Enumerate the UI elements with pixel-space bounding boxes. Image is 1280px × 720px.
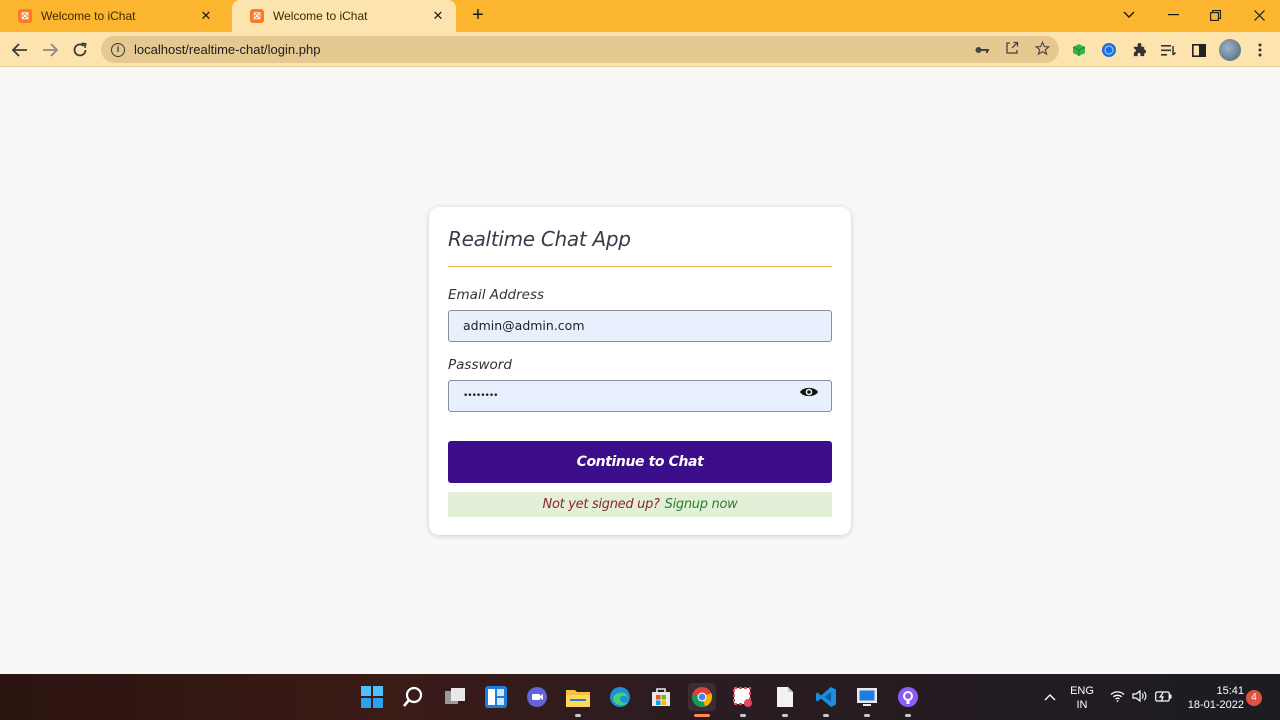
- tab-search-chevron-icon[interactable]: [1107, 0, 1151, 30]
- continue-to-chat-button[interactable]: Continue to Chat: [448, 441, 832, 483]
- wifi-icon[interactable]: [1110, 690, 1125, 705]
- language-region: IN: [1076, 699, 1088, 711]
- signup-prompt: Not yet signed up? Signup now: [448, 492, 832, 517]
- speaker-volume-icon[interactable]: [1132, 689, 1147, 705]
- eye-icon[interactable]: [799, 385, 819, 399]
- url-text: localhost/realtime-chat/login.php: [134, 42, 321, 57]
- battery-charging-icon[interactable]: [1155, 690, 1172, 705]
- microsoft-store-icon[interactable]: [647, 683, 675, 711]
- side-panel-icon[interactable]: [1189, 40, 1209, 60]
- share-icon[interactable]: [1003, 41, 1021, 59]
- edge-browser-icon[interactable]: [606, 683, 634, 711]
- signup-link[interactable]: Signup now: [665, 497, 738, 512]
- new-tab-button[interactable]: +: [466, 4, 490, 28]
- more-menu-icon[interactable]: [1250, 40, 1270, 60]
- close-window-button[interactable]: [1237, 0, 1280, 30]
- file-explorer-icon[interactable]: [564, 683, 592, 717]
- teams-chat-icon[interactable]: [523, 683, 551, 711]
- browser-tab-2[interactable]: ⛝ Welcome to iChat ✕: [232, 0, 456, 32]
- site-info-icon[interactable]: i: [111, 42, 125, 57]
- xampp-icon: ⛝: [250, 9, 264, 23]
- email-field[interactable]: admin@admin.com: [448, 310, 832, 342]
- green-cube-extension-icon[interactable]: [1069, 40, 1089, 60]
- password-label: Password: [448, 357, 512, 373]
- login-card: Realtime Chat App Email Address admin@ad…: [429, 207, 851, 535]
- notification-count-badge[interactable]: 4: [1246, 690, 1262, 706]
- show-hidden-icons-chevron-icon[interactable]: [1044, 689, 1056, 704]
- back-arrow-icon[interactable]: [6, 36, 34, 64]
- browser-tabstrip: ⛝ Welcome to iChat ✕ ⛝ Welcome to iChat …: [0, 0, 1280, 32]
- reload-icon[interactable]: [66, 36, 94, 64]
- page-content: Realtime Chat App Email Address admin@ad…: [0, 67, 1280, 674]
- language-code: ENG: [1070, 685, 1094, 697]
- forward-arrow-icon[interactable]: [36, 36, 64, 64]
- notepad-icon[interactable]: [771, 683, 799, 717]
- clock[interactable]: 15:41 18-01-2022: [1180, 684, 1244, 712]
- email-label: Email Address: [448, 287, 545, 303]
- widgets-icon[interactable]: [482, 683, 510, 711]
- task-view-icon[interactable]: [441, 683, 469, 711]
- chrome-icon[interactable]: [688, 683, 716, 717]
- login-title: Realtime Chat App: [448, 227, 631, 251]
- close-icon[interactable]: ✕: [198, 8, 214, 24]
- blue-globe-extension-icon[interactable]: [1099, 40, 1119, 60]
- tab-title: Welcome to iChat: [273, 9, 368, 23]
- signup-question: Not yet signed up?: [542, 497, 660, 512]
- profile-avatar[interactable]: [1219, 39, 1241, 61]
- search-icon[interactable]: [399, 683, 427, 711]
- remote-desktop-icon[interactable]: [853, 683, 881, 717]
- snipping-tool-icon[interactable]: [729, 683, 757, 717]
- password-field[interactable]: ••••••••: [448, 380, 832, 412]
- close-icon[interactable]: ✕: [430, 8, 446, 24]
- clock-date: 18-01-2022: [1187, 699, 1244, 711]
- extensions-puzzle-icon[interactable]: [1129, 40, 1149, 60]
- restore-button[interactable]: [1193, 0, 1237, 30]
- github-desktop-icon[interactable]: [894, 683, 922, 717]
- tab-title: Welcome to iChat: [41, 9, 136, 23]
- browser-tab-1[interactable]: ⛝ Welcome to iChat ✕: [0, 0, 224, 32]
- windows-start-icon[interactable]: [358, 683, 386, 711]
- xampp-icon: ⛝: [18, 9, 32, 23]
- title-divider: [448, 266, 832, 267]
- language-indicator[interactable]: ENG IN: [1068, 684, 1096, 712]
- bookmark-star-icon[interactable]: [1033, 40, 1051, 59]
- clock-time: 15:41: [1216, 685, 1244, 697]
- key-icon[interactable]: [973, 41, 991, 59]
- address-bar[interactable]: i localhost/realtime-chat/login.php: [101, 36, 1059, 63]
- vscode-icon[interactable]: [812, 683, 840, 717]
- reading-list-icon[interactable]: [1159, 40, 1179, 60]
- minimize-button[interactable]: [1151, 0, 1195, 30]
